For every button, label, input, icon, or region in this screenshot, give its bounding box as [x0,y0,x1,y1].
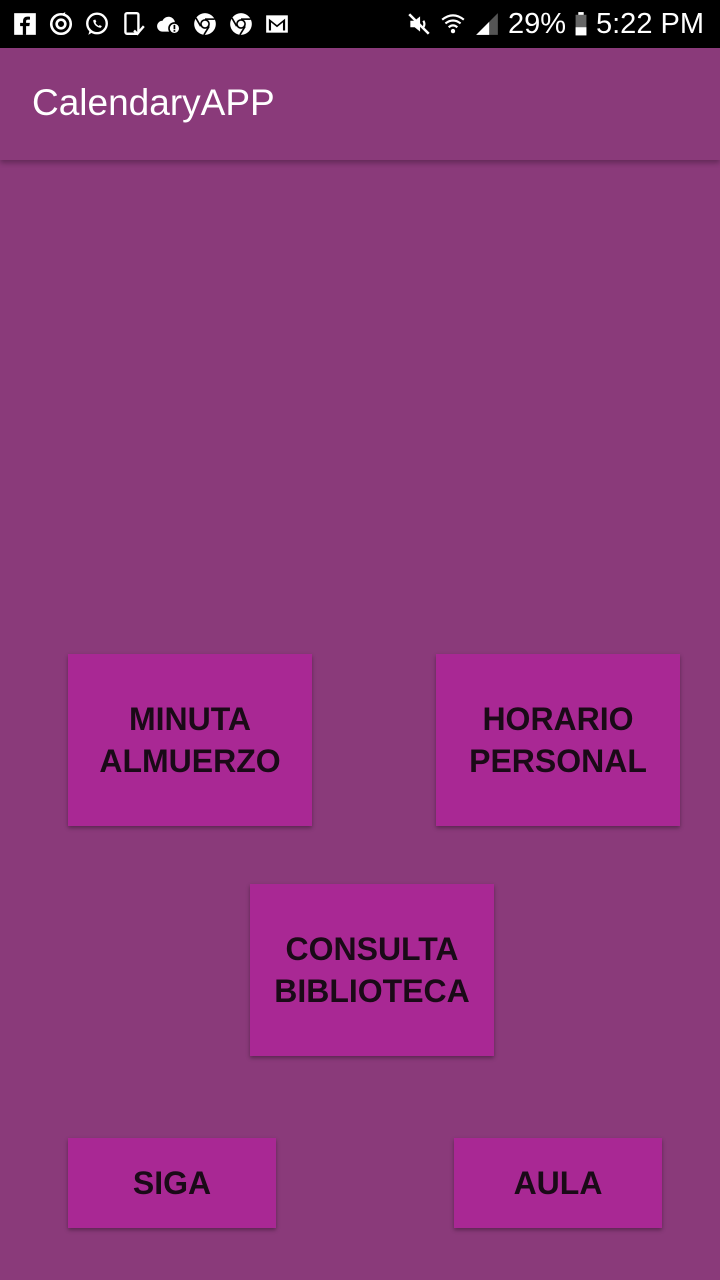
phone-check-icon [120,11,146,37]
whatsapp-icon [84,11,110,37]
app-bar: CalendaryAPP [0,48,720,160]
sync-icon [48,11,74,37]
gmail-icon [264,11,290,37]
siga-button[interactable]: SIGA [68,1138,276,1228]
signal-icon [474,11,500,37]
battery-percent: 29% [507,7,566,40]
notification-icons [12,8,290,40]
mute-icon [406,11,432,37]
facebook-icon [12,11,38,37]
system-status: 29% 5:22 PM [406,6,704,42]
chrome-icon [228,11,254,37]
battery-icon [574,11,588,37]
app-title: CalendaryAPP [32,82,275,123]
consulta-biblioteca-button[interactable]: CONSULTA BIBLIOTECA [250,884,494,1056]
clock-time: 5:22 PM [596,7,704,40]
status-bar: 29% 5:22 PM [0,0,720,48]
chrome-icon [192,11,218,37]
cloud-alert-icon [156,11,182,37]
minuta-almuerzo-button[interactable]: MINUTA ALMUERZO [68,654,312,826]
wifi-icon [440,11,466,37]
aula-button[interactable]: AULA [454,1138,662,1228]
horario-personal-button[interactable]: HORARIO PERSONAL [436,654,680,826]
